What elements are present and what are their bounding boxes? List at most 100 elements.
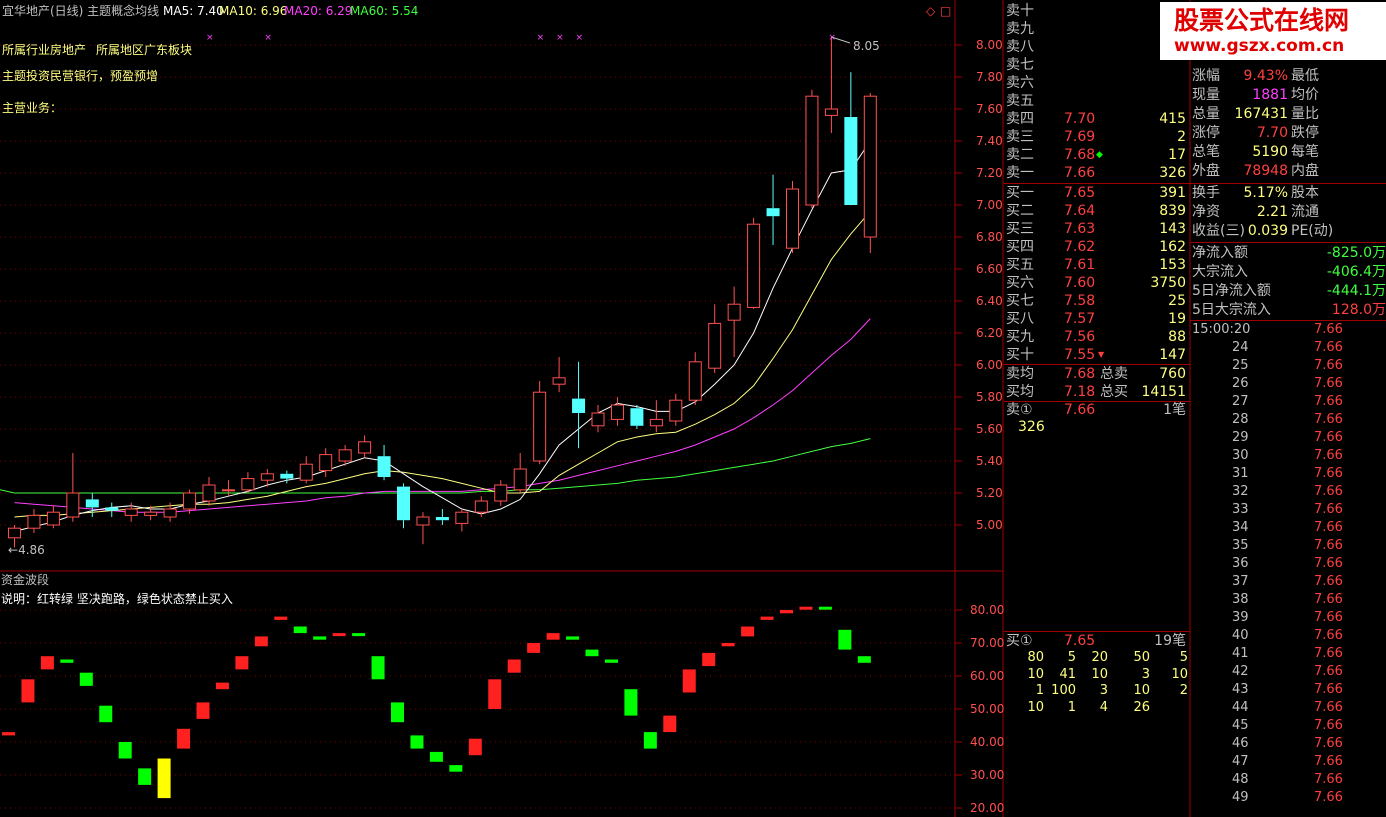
sell-level-label: 卖五	[1006, 93, 1034, 109]
avg-sell-row[interactable]: 卖均 7.68 总卖 760	[1004, 365, 1188, 383]
wave-bar	[527, 643, 541, 653]
buy-level-label: 买二	[1006, 203, 1034, 219]
quote-value: 5190	[1252, 144, 1288, 160]
wave-bar	[21, 679, 35, 703]
tick-row: 37 7.66	[1190, 573, 1386, 591]
sell-level-row[interactable]: 卖二 7.68 17 ◆	[1004, 146, 1188, 164]
ma5-line	[14, 140, 871, 532]
sell1-queue-row[interactable]: 卖① 7.66 1笔	[1004, 401, 1188, 419]
quote-label-2: 每笔	[1291, 144, 1319, 160]
tick-price: 7.66	[1314, 754, 1343, 769]
buy-level-label: 买八	[1006, 311, 1034, 327]
quote-value: 78948	[1243, 163, 1288, 179]
indicator-axis-tick-label: 50.00	[970, 702, 1005, 716]
buy-level-row[interactable]: 买一 7.65 391	[1004, 184, 1188, 202]
quote-row: 换手 5.17% 股本	[1190, 184, 1386, 203]
price-axis-tick-label: 7.00	[976, 198, 1003, 212]
buy1-queue-orders: 1 100 3 10 2	[1004, 683, 1190, 699]
buy-level-row[interactable]: 买三 7.63 143	[1004, 220, 1188, 238]
tick-row: 28 7.66	[1190, 411, 1386, 429]
buy-level-label: 买四	[1006, 239, 1034, 255]
quote-row: 涨停 7.70 跌停	[1190, 124, 1386, 143]
sell-level-row[interactable]: 卖六	[1004, 74, 1188, 92]
flow-row: 净流入额 -825.0万	[1190, 244, 1386, 263]
sell-level-label: 卖九	[1006, 21, 1034, 37]
diamond-icon[interactable]: ◇	[926, 4, 935, 18]
quote-row: 收益(三) 0.039 PE(动)	[1190, 222, 1386, 241]
quote-row: 净资 2.21 流通	[1190, 203, 1386, 222]
tick-time: 31	[1232, 466, 1249, 481]
buy-level-label: 买九	[1006, 329, 1034, 345]
quote-label: 收益(三)	[1192, 223, 1245, 239]
buy-level-row[interactable]: 买七 7.58 25	[1004, 292, 1188, 310]
tick-price: 7.66	[1314, 430, 1343, 445]
queue-order-volume: 41	[1059, 666, 1076, 682]
tick-time: 47	[1232, 754, 1249, 769]
tick-row: 45 7.66	[1190, 717, 1386, 735]
tick-time: 39	[1232, 610, 1249, 625]
quote-row: 现量 1881 均价	[1190, 86, 1386, 105]
watermark-url: www.gszx.com.cn	[1174, 36, 1345, 56]
sell-level-price: 7.69	[1064, 129, 1096, 145]
low-price-value: 4.86	[18, 543, 45, 557]
total-sell-value: 760	[1159, 366, 1186, 382]
buy-level-price: 7.58	[1064, 293, 1096, 309]
up-arrow-icon: ▼	[1098, 350, 1105, 359]
candle-body	[805, 95, 819, 206]
buy1-queue-count: 19笔	[1154, 633, 1186, 649]
tick-price: 7.66	[1314, 520, 1343, 535]
buy-level-volume: 88	[1168, 329, 1186, 345]
queue-order-volume: 4	[1099, 699, 1108, 715]
signal-marker: ×	[537, 33, 545, 43]
buy1-queue-price: 7.65	[1064, 633, 1096, 649]
tick-time: 34	[1232, 520, 1249, 535]
wave-bar	[391, 702, 404, 723]
buy-level-row[interactable]: 买五 7.61 153	[1004, 256, 1188, 274]
buy-level-row[interactable]: 买六 7.60 3750	[1004, 274, 1188, 292]
sell-level-row[interactable]: 卖一 7.66 326	[1004, 164, 1188, 182]
flow-value: -825.0万	[1326, 245, 1386, 261]
sell-level-row[interactable]: 卖四 7.70 415	[1004, 110, 1188, 128]
sell-level-row[interactable]: 卖三 7.69 2	[1004, 128, 1188, 146]
buy-level-row[interactable]: 买九 7.56 88	[1004, 328, 1188, 346]
tick-price: 7.66	[1314, 790, 1343, 805]
sell1-queue-price: 7.66	[1064, 402, 1096, 418]
sell-level-price: 7.68	[1064, 147, 1096, 163]
sell1-queue-orders[interactable]: 326	[1004, 418, 1188, 436]
wave-bar	[99, 705, 113, 723]
candle-body	[552, 377, 566, 385]
window-restore-icon[interactable]: □	[940, 4, 951, 18]
candle-body	[630, 408, 644, 426]
wave-bar	[799, 606, 813, 610]
sell-level-label: 卖七	[1006, 57, 1034, 73]
avg-buy-row[interactable]: 买均 7.18 总买 14151	[1004, 383, 1188, 401]
buy-level-price: 7.63	[1064, 221, 1096, 237]
tick-price: 7.66	[1314, 664, 1343, 679]
candle-body	[397, 486, 410, 521]
buy-level-row[interactable]: 买八 7.57 19	[1004, 310, 1188, 328]
candle-body	[299, 463, 313, 481]
queue-order-volume: 1	[1035, 683, 1044, 698]
tick-row: 41 7.66	[1190, 645, 1386, 663]
quote-label-2: PE(动)	[1291, 223, 1334, 239]
quote-value: 167431	[1234, 106, 1288, 122]
flow-label: 5日净流入额	[1192, 283, 1271, 299]
avg-buy-value: 7.18	[1064, 384, 1096, 400]
sell-level-row[interactable]: 卖五	[1004, 92, 1188, 110]
quote-label-2: 均价	[1291, 87, 1319, 103]
buy-level-row[interactable]: 买二 7.64 839	[1004, 202, 1188, 220]
tick-price: 7.66	[1314, 394, 1343, 409]
tick-row: 32 7.66	[1190, 483, 1386, 501]
buy1-queue-row[interactable]: 买① 7.65 19笔	[1004, 632, 1188, 650]
ma60-line	[0, 438, 871, 494]
queue-order-volume: 2	[1179, 683, 1188, 698]
buy-level-price: 7.61	[1064, 257, 1096, 273]
buy-level-row[interactable]: 买十 7.55 147 ▼	[1004, 346, 1188, 364]
tick-row: 33 7.66	[1190, 501, 1386, 519]
price-axis-tick-label: 8.00	[976, 38, 1003, 52]
buy-level-row[interactable]: 买四 7.62 162	[1004, 238, 1188, 256]
quote-label: 涨停	[1192, 125, 1220, 141]
quote-label: 净资	[1192, 204, 1220, 220]
tick-price: 7.66	[1314, 646, 1343, 661]
tick-time: 49	[1232, 790, 1249, 805]
